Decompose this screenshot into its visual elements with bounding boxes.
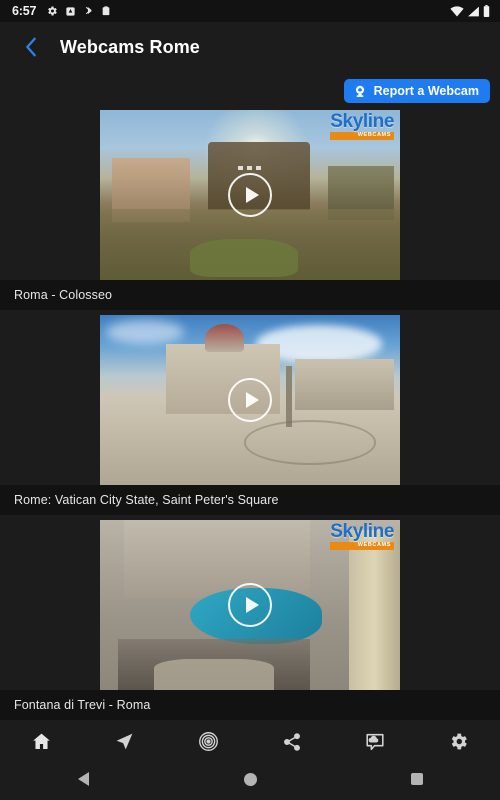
webcam-card[interactable]: Skyline WEBCAMS Roma - Colosseo [0, 110, 500, 310]
webcam-thumbnail[interactable] [100, 315, 400, 485]
report-webcam-button[interactable]: Report a Webcam [343, 79, 490, 103]
clipboard-icon [102, 6, 110, 16]
nav-share[interactable] [250, 725, 333, 758]
app-window: 6:57 Webcams Rome Report a Webcam Skylin… [0, 0, 500, 800]
bluetooth-share-icon [86, 6, 92, 15]
back-button[interactable] [18, 34, 44, 60]
webcam-thumbnail[interactable]: Skyline WEBCAMS [100, 110, 400, 280]
circle-home-icon [243, 772, 257, 786]
report-bar: Report a Webcam [0, 72, 500, 110]
status-icons-left [46, 5, 111, 17]
system-back-button[interactable] [0, 772, 167, 786]
webcam-card[interactable]: Rome: Vatican City State, Saint Peter's … [0, 315, 500, 515]
play-button[interactable] [228, 173, 272, 217]
status-time: 6:57 [12, 4, 37, 18]
system-navigation-bar [0, 758, 500, 800]
webcam-label-bar: Roma - Colosseo [0, 280, 500, 310]
play-button[interactable] [228, 378, 272, 422]
weather-cloud-icon [366, 733, 384, 750]
play-icon [245, 597, 259, 613]
nav-settings[interactable] [417, 725, 500, 758]
webcam-icon [355, 85, 364, 97]
cellular-signal-icon [468, 6, 479, 16]
navigation-arrow-icon [117, 733, 133, 750]
nav-nearby[interactable] [83, 725, 166, 758]
page-title: Webcams Rome [60, 36, 200, 57]
webcam-title: Roma - Colosseo [14, 288, 113, 302]
status-bar: 6:57 [0, 0, 500, 22]
alarm-icon [66, 6, 75, 16]
square-recents-icon [410, 773, 423, 785]
webcam-card[interactable]: Skyline WEBCAMS Fontana di Trevi - Roma [0, 520, 500, 720]
webcam-list: Skyline WEBCAMS Roma - Colosseo Rome: Va… [0, 110, 500, 725]
play-button[interactable] [228, 583, 272, 627]
triangle-back-icon [77, 772, 89, 786]
webcam-label-bar: Rome: Vatican City State, Saint Peter's … [0, 485, 500, 515]
radar-icon [198, 732, 218, 751]
share-icon [283, 732, 300, 751]
battery-icon [483, 5, 490, 17]
system-recents-button[interactable] [333, 773, 500, 785]
report-webcam-label: Report a Webcam [373, 84, 479, 98]
nav-weather[interactable] [333, 725, 416, 758]
home-icon [33, 733, 50, 749]
gear-icon [48, 6, 58, 16]
nav-home[interactable] [0, 725, 83, 758]
play-icon [245, 392, 259, 408]
stream-indicator-dots [238, 166, 261, 171]
status-icons-right [450, 5, 490, 17]
webcam-title: Rome: Vatican City State, Saint Peter's … [14, 493, 279, 507]
system-home-button[interactable] [167, 772, 334, 786]
webcam-thumbnail[interactable]: Skyline WEBCAMS [100, 520, 400, 690]
gear-icon [451, 733, 467, 750]
chevron-left-icon [26, 37, 36, 57]
nav-radar[interactable] [167, 725, 250, 758]
play-icon [245, 187, 259, 203]
app-bar: Webcams Rome [0, 22, 500, 72]
webcam-label-bar: Fontana di Trevi - Roma [0, 690, 500, 720]
wifi-icon [450, 5, 464, 16]
bottom-navigation-bar [0, 725, 500, 758]
webcam-title: Fontana di Trevi - Roma [14, 698, 151, 712]
